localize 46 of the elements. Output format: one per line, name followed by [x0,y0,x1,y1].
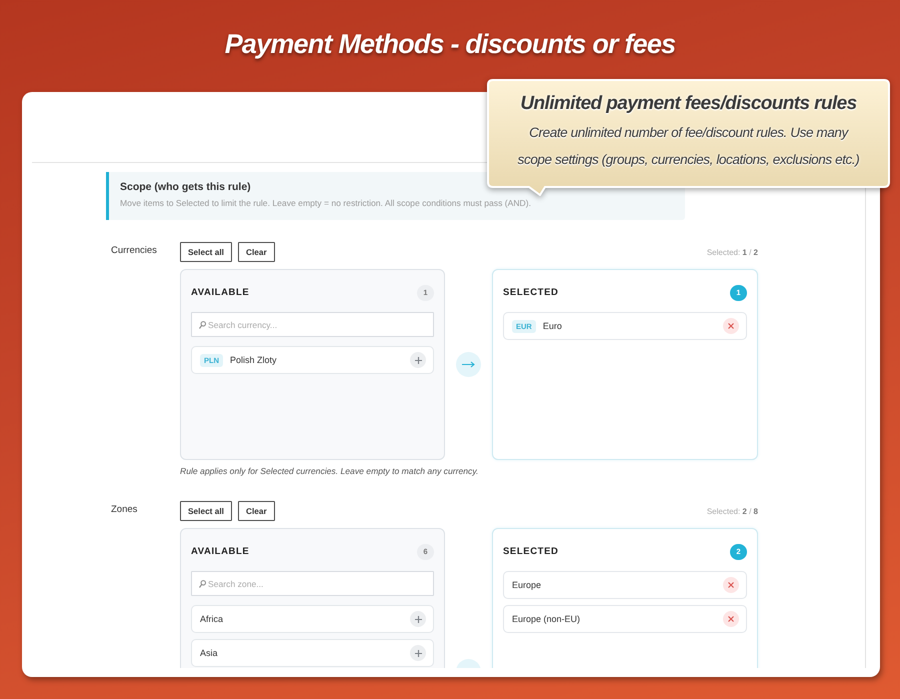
close-icon [728,323,734,329]
page-title: Payment Methods - discounts or fees [224,28,676,60]
add-button[interactable] [410,352,426,368]
item-name: Europe [512,580,542,590]
search-icon [199,580,206,588]
panel-title: AVAILABLE [191,287,250,298]
plus-icon [414,650,422,656]
item-name: Polish Zloty [230,355,277,365]
remove-button[interactable] [723,611,739,627]
toolbar-button[interactable]: Select all [180,242,232,262]
add-button[interactable] [410,611,426,627]
item-name: Asia [200,648,218,658]
panel-title: SELECTED [503,287,558,298]
section-label: Currencies [110,244,157,257]
selected-count: Selected: 1 / 2 [706,248,758,256]
arrow-icon [462,361,475,368]
plus-icon [414,616,422,622]
item-name: Africa [200,614,224,624]
hint-text: Rule applies only for Selected currencies. Leave empty to match any currency. [180,465,478,477]
move-button[interactable] [456,352,481,377]
remove-button[interactable] [723,318,739,334]
plus-icon [414,356,422,364]
scope-description: Move items to Selected to limit the rule. Leave empty = no restriction. All scope conditions must pass (AND). [120,197,532,209]
search-field[interactable]: Search currency... [191,312,434,337]
list-item[interactable]: Asia [191,639,434,667]
list-item[interactable]: Europe [503,571,747,599]
callout-title: Unlimited payment fees/discounts rules [520,92,857,116]
list-item[interactable]: Europe (non-EU) [503,605,747,633]
remove-button[interactable] [723,577,739,593]
panel-title: SELECTED [503,546,558,557]
panel-title: AVAILABLE [191,546,250,557]
add-button[interactable] [410,645,426,661]
toolbar-button[interactable]: Clear [238,242,275,262]
scope-title: Scope (who gets this rule) [120,180,251,194]
item-name: Euro [542,321,562,331]
close-icon [728,616,734,622]
callout-text: Create unlimited number of fee/discount rules. Use many scope settings (groups, currencies, locations, exclusions etc.) [516,124,860,169]
search-field[interactable]: Search zone... [191,571,434,596]
toolbar-button[interactable]: Clear [238,501,275,521]
search-icon [199,321,206,329]
selected-count: Selected: 2 / 8 [706,506,758,516]
section-label: Zones [110,503,138,516]
toolbar-button[interactable]: Select all [180,501,232,521]
item-name: Europe (non-EU) [512,614,580,624]
close-icon [728,582,734,588]
list-item[interactable]: Africa [191,605,434,633]
